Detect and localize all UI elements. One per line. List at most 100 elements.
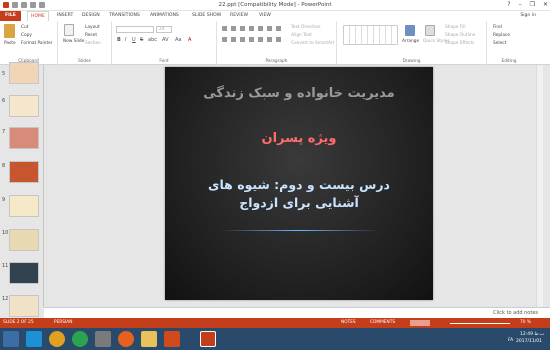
group-paragraph: Text Direction Align Text Convert to Sma… — [217, 21, 337, 65]
recorder-icon[interactable] — [164, 331, 180, 347]
group-slides: New Slide Layout Reset Section Slides — [58, 21, 112, 65]
slide-thumbnail[interactable] — [9, 295, 39, 317]
firefox-icon[interactable] — [118, 331, 134, 347]
section-button[interactable]: Section — [85, 41, 101, 46]
telegram-icon[interactable] — [26, 331, 42, 347]
bold-button[interactable]: B — [117, 37, 121, 43]
notes-pane[interactable]: Click to add notes — [44, 307, 550, 318]
italic-button[interactable]: I — [125, 37, 126, 43]
tab-view[interactable]: VIEW — [259, 13, 271, 18]
ribbon-tabs: FILE HOME INSERT DESIGN TRANSITIONS ANIM… — [0, 11, 550, 21]
shadow-button[interactable]: abc — [148, 37, 157, 43]
chrome-icon[interactable] — [49, 331, 65, 347]
shape-outline-button[interactable]: Shape Outline — [445, 33, 475, 38]
slide-thumbnail[interactable] — [9, 195, 39, 217]
slide-title-course[interactable]: مدیریت خانواده و سبک زندگی — [165, 86, 433, 101]
layout-button[interactable]: Layout — [85, 25, 100, 30]
cut-button[interactable]: Cut — [21, 25, 28, 30]
replace-button[interactable]: Replace — [493, 33, 510, 38]
select-button[interactable]: Select — [493, 41, 506, 46]
slide-subtitle-audience[interactable]: ویژه پسران — [165, 131, 433, 146]
slides-group-label: Slides — [78, 59, 91, 64]
view-buttons[interactable] — [410, 320, 430, 326]
start-button-icon[interactable] — [3, 331, 19, 347]
change-case-button[interactable]: Aa — [175, 37, 181, 43]
font-color-button[interactable]: A — [188, 37, 191, 43]
slide-lesson-title[interactable]: درس بیست و دوم: شیوه های آشنایی برای ازد… — [165, 176, 433, 212]
notes-placeholder: Click to add notes — [493, 310, 538, 316]
drawing-group-label: Drawing — [402, 59, 421, 64]
sign-in-link[interactable]: Sign in — [520, 13, 536, 18]
paste-button[interactable]: Paste — [4, 41, 16, 46]
group-editing: Find Replace Select Editing — [487, 21, 531, 65]
workspace: 5 6 7 8 9 10 11 12 مدیریت خانواده و سبک … — [0, 62, 550, 318]
notes-toggle[interactable]: NOTES — [341, 320, 356, 325]
current-slide[interactable]: مدیریت خانواده و سبک زندگی ویژه پسران در… — [165, 67, 433, 300]
green-app-icon[interactable] — [72, 331, 88, 347]
font-size-value: 24 — [159, 27, 165, 32]
tab-insert[interactable]: INSERT — [57, 13, 73, 18]
align-text-button[interactable]: Align Text — [291, 33, 312, 38]
slide-thumbnail[interactable] — [9, 127, 39, 149]
char-spacing-button[interactable]: AV — [162, 37, 169, 43]
decorative-divider-line — [219, 230, 379, 231]
powerpoint-taskbar-icon[interactable] — [200, 331, 216, 347]
zoom-level[interactable]: 70 % — [520, 320, 531, 325]
underline-button[interactable]: U — [132, 37, 136, 43]
thumb-number: 9 — [2, 197, 6, 203]
find-button[interactable]: Find — [493, 25, 502, 30]
font-size-combo[interactable]: 24 — [156, 26, 172, 33]
minimize-button[interactable]: – — [519, 1, 522, 8]
language-indicator[interactable]: PERSIAN — [54, 320, 72, 325]
slide-thumbnails-pane[interactable]: 5 6 7 8 9 10 11 12 — [0, 62, 43, 317]
help-button[interactable]: ? — [507, 1, 510, 8]
media-player-icon[interactable] — [95, 331, 111, 347]
thumb-number: 5 — [2, 71, 6, 77]
copy-button[interactable]: Copy — [21, 33, 32, 38]
slide-thumbnail[interactable] — [9, 95, 39, 117]
file-explorer-icon[interactable] — [141, 331, 157, 347]
shape-fill-button[interactable]: Shape Fill — [445, 25, 466, 30]
list-controls-icon[interactable] — [222, 26, 282, 31]
close-button[interactable]: ✕ — [543, 1, 548, 8]
windows-taskbar: FA 12:49 ب.ظ 2017/11/01 — [0, 328, 550, 350]
paste-icon[interactable] — [4, 24, 15, 38]
arrange-button[interactable]: Arrange — [402, 39, 419, 44]
arrange-icon[interactable] — [405, 25, 415, 36]
reset-button[interactable]: Reset — [85, 33, 97, 38]
tab-home[interactable]: HOME — [27, 11, 49, 21]
alignment-controls-icon[interactable] — [222, 37, 282, 42]
comments-toggle[interactable]: COMMENTS — [370, 320, 395, 325]
shapes-gallery[interactable] — [343, 25, 398, 45]
strikethrough-button[interactable]: S — [140, 37, 143, 43]
slide-thumbnail[interactable] — [9, 161, 39, 183]
tab-transitions[interactable]: TRANSITIONS — [109, 13, 140, 18]
thumb-number: 7 — [2, 129, 6, 135]
tab-review[interactable]: REVIEW — [230, 13, 248, 18]
vertical-scrollbar[interactable] — [536, 65, 543, 307]
tab-slideshow[interactable]: SLIDE SHOW — [192, 13, 221, 18]
clock-date[interactable]: 2017/11/01 — [516, 339, 542, 344]
editing-group-label: Editing — [501, 59, 517, 64]
clock-time[interactable]: 12:49 ب.ظ — [520, 332, 544, 337]
language-tray[interactable]: FA — [508, 338, 513, 343]
format-painter-button[interactable]: Format Painter — [21, 41, 53, 46]
new-slide-button[interactable]: New Slide — [63, 39, 84, 44]
shape-effects-button[interactable]: Shape Effects — [445, 41, 474, 46]
text-direction-button[interactable]: Text Direction — [291, 25, 320, 30]
zoom-slider[interactable] — [450, 323, 510, 324]
group-drawing: Arrange Quick Styles Shape Fill Shape Ou… — [337, 21, 487, 65]
slide-counter: SLIDE 2 OF 25 — [3, 320, 34, 325]
tab-design[interactable]: DESIGN — [82, 13, 100, 18]
new-slide-icon[interactable] — [64, 24, 74, 36]
quick-styles-icon[interactable] — [425, 25, 435, 36]
font-name-combo[interactable] — [116, 26, 154, 33]
tab-file[interactable]: FILE — [0, 11, 21, 21]
slide-thumbnail[interactable] — [9, 62, 39, 84]
restore-button[interactable]: ❐ — [530, 1, 535, 8]
tab-animations[interactable]: ANIMATIONS — [150, 13, 179, 18]
slide-editing-area: مدیریت خانواده و سبک زندگی ویژه پسران در… — [44, 65, 543, 307]
slide-thumbnail[interactable] — [9, 229, 39, 251]
slide-thumbnail[interactable] — [9, 262, 39, 284]
convert-smartart-button[interactable]: Convert to SmartArt — [291, 41, 334, 46]
